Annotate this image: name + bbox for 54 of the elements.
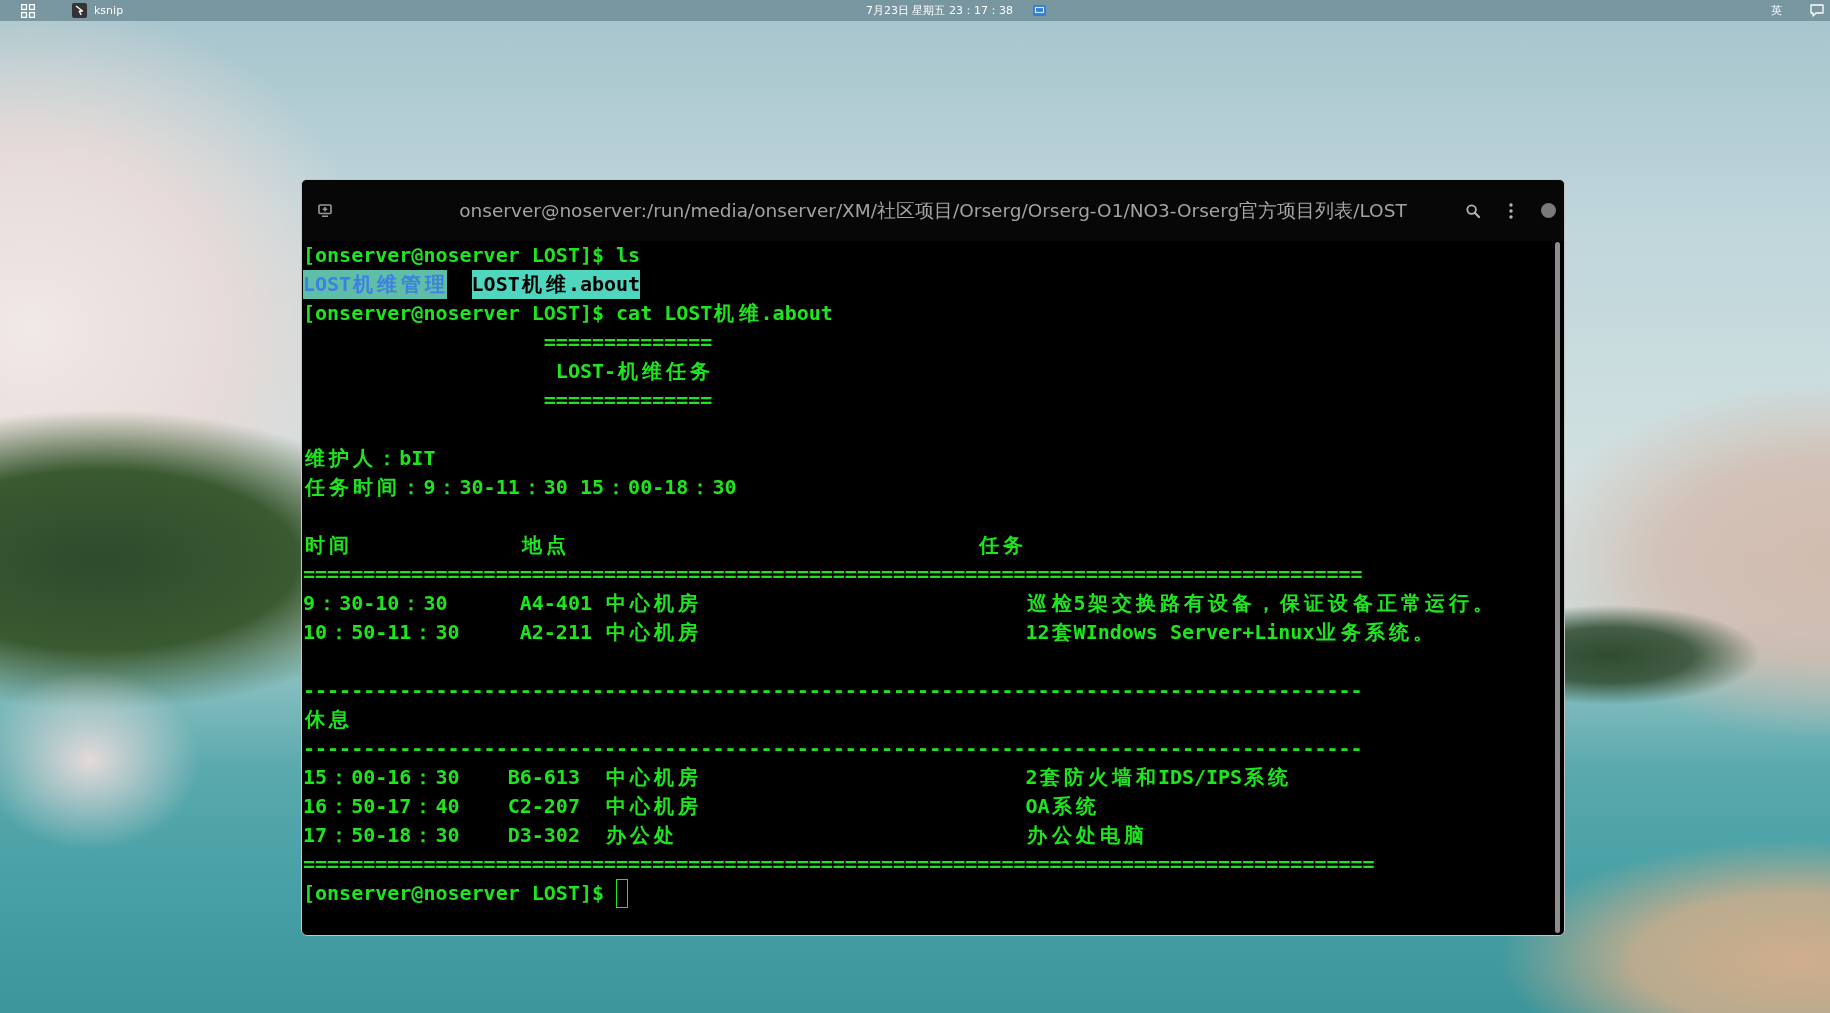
site-cell-text: 中心机房 [605, 590, 700, 617]
banner-title: LOST-机维任务 [555, 358, 712, 385]
screen-plus-icon[interactable] [318, 204, 332, 217]
column-header: 地点 [520, 532, 567, 559]
prompt-text: [onserver@noserver LOST]$ [303, 880, 605, 907]
room-cell-text: C2-207 [507, 793, 580, 820]
table-rule: ---------------------------------------------------------------------------------------- [303, 677, 1363, 704]
banner-rule: ============== [543, 387, 713, 414]
grid-icon[interactable] [21, 3, 35, 18]
site-cell-text: 中心机房 [605, 764, 700, 791]
site-cell-text: 中心机房 [605, 793, 700, 820]
table-rule: ---------------------------------------------------------------------------------------- [303, 735, 1363, 762]
text-cursor [616, 879, 629, 908]
room-cell-text: A2-211 [519, 619, 592, 646]
screen-icon[interactable] [1033, 5, 1046, 16]
column-header: 时间 [304, 532, 351, 559]
task-cell-text: 办公处电脑 [1026, 822, 1145, 849]
message-icon[interactable] [1810, 4, 1824, 17]
time-cell-text: 17：50-18：30 [303, 822, 460, 849]
prompt-text: [onserver@noserver LOST]$ [303, 300, 605, 327]
site-cell-text: 中心机房 [605, 619, 700, 646]
search-icon[interactable] [1466, 203, 1480, 218]
directory-entry: LOST机维管理 [303, 270, 448, 299]
time-cell-text: 16：50-17：40 [303, 793, 460, 820]
app-icon[interactable] [72, 3, 87, 18]
table-rule: ========================================================================================= [303, 851, 1375, 878]
scrollbar[interactable] [1555, 242, 1560, 933]
banner-rule: ============== [543, 329, 713, 356]
time-cell-text: 15：00-16：30 [303, 764, 460, 791]
room-cell-text: B6-613 [507, 764, 580, 791]
break-label: 休息 [304, 706, 351, 733]
window-title: onserver@noserver:/run/media/onserver/XM/社区项目/Orserg/Orserg-O1/NO3-Orserg官方项目列表/LOST [459, 199, 1407, 223]
task-cell-text: 2套防火墙和IDS/IPS系统 [1025, 764, 1290, 791]
task-cell-text: 12套WIndows Server+Linux业务系统。 [1025, 619, 1434, 646]
task-cell-text: OA系统 [1025, 793, 1097, 820]
info-text: 任务时间：9：30-11：30 15：00-18：30 [303, 474, 737, 501]
input-method-indicator[interactable]: 英 [1771, 3, 1782, 18]
room-cell-text: D3-302 [507, 822, 580, 849]
menu-icon[interactable] [1509, 202, 1513, 219]
clock-text[interactable]: 7月23日 星期五 23：17：38 [866, 3, 1013, 18]
column-header: 任务 [977, 532, 1025, 559]
site-cell-text: 办公处 [605, 822, 676, 849]
room-cell-text: A4-401 [519, 590, 592, 617]
time-cell-text: 9：30-10：30 [303, 590, 448, 617]
time-cell-text: 10：50-11：30 [303, 619, 460, 646]
circle-icon[interactable] [1541, 203, 1556, 218]
app-name[interactable]: ksnip [94, 4, 124, 17]
command-text: ls [616, 242, 641, 269]
prompt-text: [onserver@noserver LOST]$ [303, 242, 605, 269]
info-text: 维护人：bIT [304, 445, 436, 472]
file-entry: LOST机维.about [471, 270, 641, 299]
task-cell-text: 巡检5架交换路有设备，保证设备正常运行。 [1026, 590, 1494, 617]
table-rule: ======================================================================================== [303, 561, 1363, 588]
command-text: cat LOST机维.about [616, 300, 833, 327]
